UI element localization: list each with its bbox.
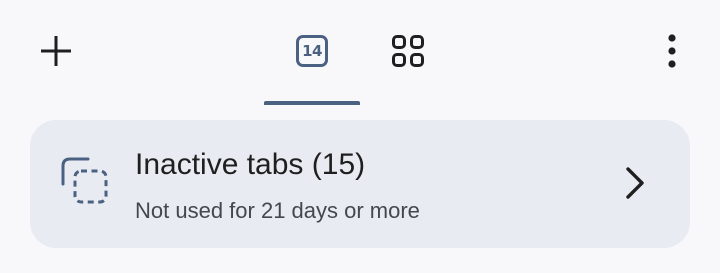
tab-normal-tabs[interactable]: 14 bbox=[284, 25, 340, 77]
inactive-tabs-card[interactable]: Inactive tabs (15) Not used for 21 days … bbox=[30, 120, 690, 248]
tab-count-label: 14 bbox=[302, 42, 322, 60]
tab-switcher-toolbar: 14 bbox=[0, 0, 720, 106]
tab-count-icon: 14 bbox=[296, 35, 328, 67]
inactive-tabs-subtitle: Not used for 21 days or more bbox=[135, 198, 420, 223]
inactive-tabs-icon bbox=[61, 157, 108, 204]
chevron-right-icon bbox=[626, 167, 644, 199]
inactive-tabs-title: Inactive tabs (15) bbox=[135, 148, 366, 181]
selected-tab-indicator bbox=[264, 101, 360, 105]
plus-icon bbox=[41, 36, 71, 66]
new-tab-button[interactable] bbox=[30, 25, 82, 77]
more-options-button[interactable] bbox=[650, 25, 694, 77]
more-vertical-icon bbox=[668, 34, 676, 68]
tab-groups[interactable] bbox=[380, 25, 436, 77]
tab-groups-grid-icon bbox=[392, 35, 424, 67]
